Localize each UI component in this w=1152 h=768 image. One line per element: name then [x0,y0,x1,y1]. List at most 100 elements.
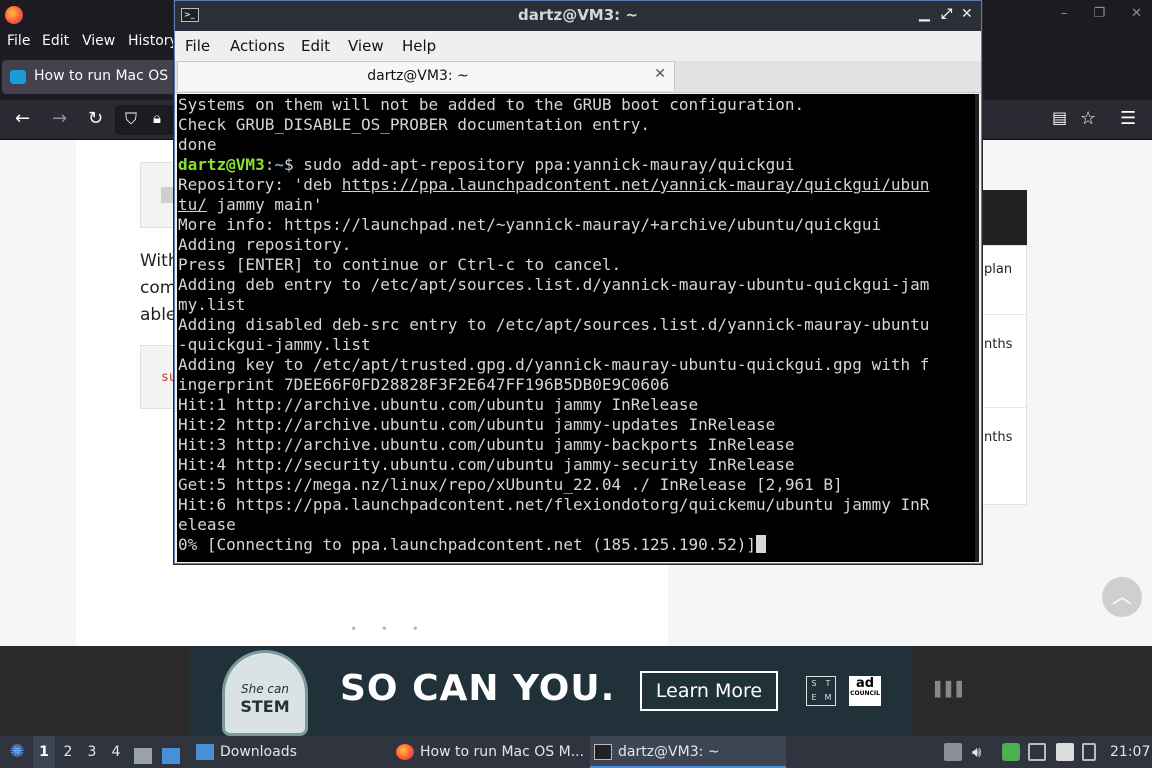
terminal-line: Systems on them will not be added to the… [178,95,805,114]
reader-view-icon[interactable]: ▤ [1052,108,1067,127]
terminal-line: 0% [Connecting to ppa.launchpadcontent.n… [177,535,979,555]
stem-letter: T [825,679,831,688]
prompt-path: ~ [274,155,284,174]
ad-headline: SO CAN YOU. [340,668,616,709]
file-manager-launcher-icon[interactable] [134,736,154,768]
terminal-line: Press [ENTER] to continue or Ctrl-c to c… [178,255,622,274]
sidebar-panel [982,245,1027,505]
ad-network-icon[interactable]: ▌▌▌ [935,682,967,698]
terminal-line: my.list [178,295,246,314]
sidebar-divider [982,314,1027,315]
terminal-window: >_ dartz@VM3: ~ ▁ ⤢ ✕ File Actions Edit … [174,0,982,564]
volume-icon[interactable]: 🔊︎ [972,736,981,768]
terminal-line: Repository: 'deb https://ppa.launchpadco… [177,175,979,195]
forward-icon[interactable]: → [52,108,67,129]
terminal-menu-actions[interactable]: Actions [230,37,285,55]
terminal-tabbar: dartz@VM3: ~ ✕ [175,61,981,93]
ad-council-sub: COUNCIL [850,690,880,697]
browser-tab[interactable]: How to run Mac OS M [2,60,202,94]
start-menu-icon[interactable]: ✺ [4,736,30,768]
browser-menu-file[interactable]: File [7,33,30,49]
task-downloads[interactable]: Downloads [192,736,382,768]
task-firefox[interactable]: How to run Mac OS M... [392,736,588,768]
terminal-menu-file[interactable]: File [185,37,210,55]
clipboard-icon[interactable] [944,743,962,761]
browser-window-controls: – ❐ ✕ [1061,6,1142,21]
stem-letter: E [811,693,817,702]
show-desktop-icon[interactable] [162,736,182,768]
workspace-1[interactable]: 1 [33,736,55,768]
tab-close-icon[interactable]: ✕ [654,66,666,82]
terminal-line: More info: https://launchpad.net/~yannic… [178,215,882,234]
loading-dots: • • • [350,622,429,636]
battery-icon[interactable] [1082,743,1096,761]
task-terminal[interactable]: dartz@VM3: ~ [590,736,786,768]
app-menu-icon[interactable]: ☰ [1120,108,1136,129]
prompt-separator: : [264,155,275,174]
terminal-line: Hit:2 http://archive.ubuntu.com/ubuntu j… [178,415,776,434]
back-icon[interactable]: ← [15,108,30,129]
maximize-icon[interactable]: ❐ [1093,6,1105,21]
close-icon[interactable]: ✕ [1131,6,1142,21]
reload-icon[interactable]: ↻ [88,108,103,129]
terminal-line: Get:5 https://mega.nz/linux/repo/xUbuntu… [178,475,843,494]
terminal-menu-help[interactable]: Help [402,37,436,55]
ad-badge-bottom: STEM [240,697,290,716]
terminal-menu-edit[interactable]: Edit [301,37,330,55]
browser-menu-history[interactable]: History [128,33,178,49]
network-icon[interactable] [1028,743,1046,761]
terminal-menu-view[interactable]: View [348,37,384,55]
sidebar-divider [982,407,1027,408]
terminal-tab[interactable]: dartz@VM3: ~ ✕ [177,61,675,91]
terminal-tab-title: dartz@VM3: ~ [367,68,469,84]
ad-council-mark: ad [855,676,875,691]
terminal-line: Adding disabled deb-src entry to /etc/ap… [178,315,930,334]
terminal-output[interactable]: Systems on them will not be added to the… [177,94,979,562]
workspace-2[interactable]: 2 [57,736,79,768]
terminal-scrollbar[interactable] [975,94,979,562]
sidebar-snippet[interactable]: nths [984,337,1012,352]
task-label: Downloads [220,744,297,760]
sidebar-snippet[interactable]: plan [984,262,1012,277]
bookmark-star-icon[interactable]: ☆ [1080,108,1096,129]
terminal-line: Check GRUB_DISABLE_OS_PROBER documentati… [178,115,651,134]
update-manager-icon[interactable] [1002,743,1020,761]
browser-menu-view[interactable]: View [82,33,115,49]
maximize-icon[interactable]: ⤢ [941,6,952,22]
lock-icon[interactable]: 🔒︎ [153,109,161,127]
learn-more-button[interactable]: Learn More [640,671,778,711]
terminal-titlebar[interactable]: >_ dartz@VM3: ~ ▁ ⤢ ✕ [175,1,981,31]
stem-letter: S [811,679,817,688]
notes-icon[interactable] [1056,743,1074,761]
scroll-to-top-button[interactable]: ︿ [1102,577,1142,617]
terminal-line: Adding deb entry to /etc/apt/sources.lis… [178,275,930,294]
sidebar-header [982,190,1027,245]
repo-link[interactable]: tu/ [178,195,207,214]
prompt-symbol: $ [283,155,294,174]
terminal-prompt-line: dartz@VM3:~$ sudo add-apt-repository ppa… [177,155,979,175]
terminal-line: Adding repository. [178,235,352,254]
shield-icon[interactable]: ⛉ [125,109,137,129]
minimize-icon[interactable]: ▁ [919,6,930,22]
site-favicon-icon [10,70,26,84]
paragraph-line: With [140,251,179,271]
stem-letter: M [824,693,832,702]
url-bar[interactable]: ⛉ 🔒︎ [115,105,175,135]
close-icon[interactable]: ✕ [961,6,973,22]
terminal-line: ingerprint 7DEE66F0FD28828F3F2E647FF196B… [178,375,670,394]
terminal-line: done [178,135,217,154]
clock[interactable]: 21:07 [1110,736,1150,768]
folder-icon [196,744,214,760]
minimize-icon[interactable]: – [1061,6,1068,21]
workspace-4[interactable]: 4 [105,736,127,768]
sidebar-snippet[interactable]: nths [984,430,1012,445]
paragraph-line: com [140,278,177,298]
text-cursor [755,535,766,553]
repo-prefix: Repository: 'deb [178,175,342,194]
prompt-command: sudo add-apt-repository ppa:yannick-maur… [293,155,795,174]
paragraph-line: able [140,305,177,325]
workspace-3[interactable]: 3 [81,736,103,768]
browser-menu-edit[interactable]: Edit [42,33,69,49]
repo-link[interactable]: https://ppa.launchpadcontent.net/yannick… [342,175,930,194]
terminal-icon [594,744,612,760]
